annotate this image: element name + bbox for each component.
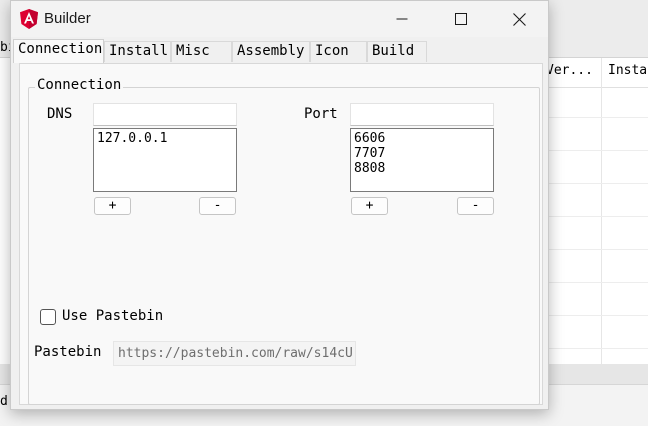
close-icon: [512, 12, 526, 26]
grid-row-line: [540, 348, 648, 349]
tab-install[interactable]: Install: [104, 41, 171, 62]
grid-row-line: [540, 282, 648, 283]
port-listbox[interactable]: 6606 7707 8808: [350, 128, 494, 192]
grid-row-line: [540, 183, 648, 184]
minimize-button[interactable]: [373, 1, 431, 37]
maximize-button[interactable]: [432, 1, 490, 37]
title-bar[interactable]: Builder: [11, 1, 548, 37]
add-port-button[interactable]: +: [351, 197, 388, 215]
dns-label: DNS: [47, 106, 73, 122]
dns-listbox[interactable]: 127.0.0.1: [93, 128, 237, 192]
angular-shield-icon: [20, 9, 38, 29]
builder-window: Builder Connection Install Misc Assembly…: [10, 0, 549, 410]
tab-build[interactable]: Build: [367, 41, 427, 62]
port-input[interactable]: [350, 103, 494, 126]
port-label: Port: [304, 106, 338, 122]
add-dns-button[interactable]: +: [94, 197, 131, 215]
tab-misc[interactable]: Misc: [171, 41, 232, 62]
grid-row-line: [540, 315, 648, 316]
column-separator: [601, 58, 602, 364]
list-item[interactable]: 7707: [354, 146, 490, 161]
connection-tab-panel: DNS 127.0.0.1 + - Port 6606 7707 8808 + …: [19, 63, 543, 405]
connection-group-label: Connection: [35, 77, 124, 93]
tab-strip: Connection Install Misc Assembly Icon Bu…: [13, 39, 548, 63]
grid-row-line: [540, 249, 648, 250]
remove-port-button[interactable]: -: [457, 197, 494, 215]
use-pastebin-label[interactable]: Use Pastebin: [62, 308, 163, 324]
remove-dns-button[interactable]: -: [199, 197, 236, 215]
column-header-install[interactable]: Insta: [608, 63, 647, 78]
window-title: Builder: [44, 10, 91, 27]
tab-connection[interactable]: Connection: [13, 39, 104, 63]
pastebin-url-field[interactable]: https://pastebin.com/raw/s14cU: [113, 341, 356, 366]
use-pastebin-checkbox[interactable]: [40, 309, 56, 325]
grid-row-line: [540, 150, 648, 151]
list-item[interactable]: 8808: [354, 161, 490, 176]
list-item[interactable]: 6606: [354, 131, 490, 146]
grid-row-line: [540, 117, 648, 118]
minimize-icon: [396, 18, 408, 20]
maximize-icon: [455, 13, 467, 25]
background-status-text: d: [0, 394, 8, 409]
dns-input[interactable]: [93, 103, 237, 126]
column-header-version[interactable]: Ver...: [546, 63, 593, 78]
close-button[interactable]: [490, 1, 548, 37]
tab-assembly[interactable]: Assembly: [232, 41, 310, 62]
list-item[interactable]: 127.0.0.1: [97, 131, 233, 146]
tab-icon[interactable]: Icon: [310, 41, 367, 62]
grid-row-line: [540, 216, 648, 217]
pastebin-label: Pastebin: [34, 344, 102, 360]
